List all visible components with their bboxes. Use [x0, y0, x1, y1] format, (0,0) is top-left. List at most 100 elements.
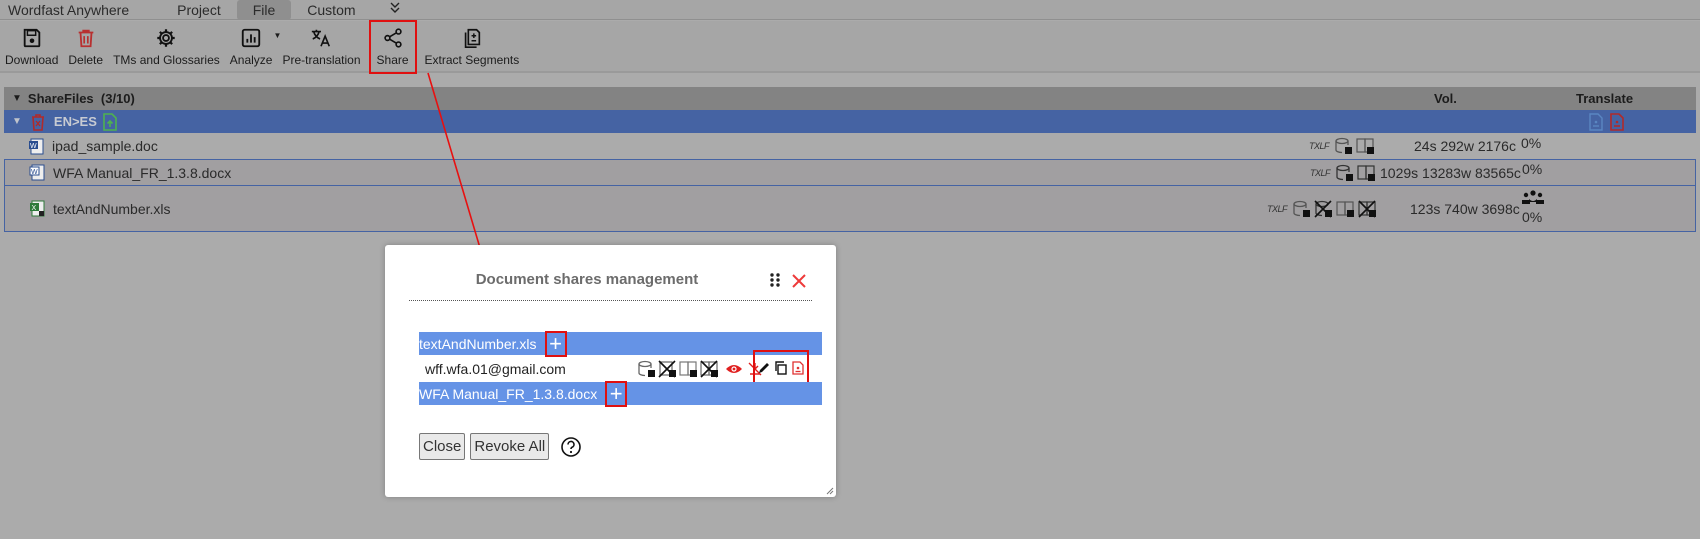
tm-disabled-icon — [1314, 199, 1333, 218]
file-name[interactable]: WFA Manual_FR_1.3.8.docx — [53, 165, 231, 181]
grid-header: ▼ ShareFiles (3/10) Vol. Translate — [4, 87, 1696, 110]
dialog-buttons: Close Revoke All — [419, 433, 582, 460]
file-row[interactable]: W ipad_sample.doc TXLF 24s 292w 2176c 0% — [4, 133, 1696, 160]
share-email: wff.wfa.01@gmail.com — [425, 360, 566, 377]
document-shares-dialog: Document shares management textAndNumber… — [385, 245, 836, 497]
tms-glossaries-button[interactable]: TMs and Glossaries — [108, 21, 225, 73]
share-permission-icons — [637, 359, 763, 378]
extract-icon — [464, 28, 481, 48]
shared-users-icon[interactable] — [1522, 190, 1544, 205]
translate-pdf-icon[interactable] — [1610, 112, 1624, 131]
grid-title: ShareFiles (3/10) — [27, 91, 135, 106]
floppy-disk-icon — [23, 28, 40, 48]
glossary-locked-toggle-icon[interactable] — [679, 360, 699, 378]
share-row: wff.wfa.01@gmail.com — [419, 350, 822, 385]
document-name: WFA Manual_FR_1.3.8.docx — [419, 385, 598, 402]
translate-icon — [312, 29, 331, 47]
tm-locked-icon — [1336, 164, 1354, 181]
file-status-icons: TXLF — [1310, 164, 1377, 182]
word-file-icon: W — [28, 138, 44, 155]
file-name[interactable]: ipad_sample.doc — [52, 138, 158, 154]
title-divider — [409, 300, 812, 301]
file-progress: 0% — [1522, 209, 1543, 225]
file-volume: 1029s 13283w 83565c — [1380, 164, 1521, 181]
menu-file[interactable]: File — [236, 0, 292, 20]
extract-segments-button[interactable]: Extract Segments — [420, 21, 525, 73]
delete-button[interactable]: Delete — [63, 21, 108, 73]
group-caret-icon[interactable]: ▼ — [12, 116, 22, 127]
trash-icon — [78, 29, 94, 48]
menu-bar: Wordfast Anywhere Project File Custom — [0, 0, 1700, 20]
double-chevron-down-icon[interactable] — [372, 2, 410, 17]
excel-file-icon: X — [29, 200, 45, 217]
pre-translation-label: Pre-translation — [282, 53, 361, 67]
file-status-icons: TXLF — [1267, 199, 1378, 218]
revoke-share-icon[interactable] — [791, 360, 805, 375]
edit-pencil-icon[interactable] — [757, 361, 771, 375]
share-actions — [753, 350, 809, 385]
document-header: WFA Manual_FR_1.3.8.docx + — [419, 380, 822, 407]
annotation-arrow — [427, 72, 488, 266]
glossary-disabled-toggle-icon[interactable] — [700, 359, 720, 378]
add-share-button[interactable]: + — [544, 330, 567, 357]
delete-group-icon[interactable] — [30, 113, 46, 131]
translate-column-header: Translate — [1576, 91, 1634, 106]
file-status-icons: TXLF — [1309, 137, 1376, 155]
toolbar: Download Delete TMs and Glossaries ▼ Ana… — [0, 20, 1700, 74]
close-icon[interactable] — [791, 273, 807, 289]
delete-label: Delete — [68, 53, 104, 67]
close-button[interactable]: Close — [419, 433, 466, 460]
tm-locked-toggle-icon[interactable] — [637, 360, 657, 378]
tm-locked-icon — [1335, 137, 1353, 154]
pre-translation-button[interactable]: Pre-translation — [277, 21, 365, 73]
svg-text:W: W — [30, 143, 37, 150]
file-row[interactable]: W WFA Manual_FR_1.3.8.docx TXLF 1029s 13… — [4, 160, 1696, 186]
help-icon[interactable] — [560, 436, 582, 458]
add-share-button[interactable]: + — [605, 380, 628, 407]
glossary-locked-icon — [1336, 200, 1355, 217]
share-icon — [383, 28, 402, 48]
file-name[interactable]: textAndNumber.xls — [53, 201, 171, 217]
file-volume: 24s 292w 2176c — [1414, 138, 1516, 154]
translate-doc-icon[interactable] — [1589, 112, 1603, 131]
download-label: Download — [5, 53, 59, 67]
glossary-disabled-icon — [1358, 199, 1377, 218]
dialog-title: Document shares management — [475, 271, 699, 288]
txlf-badge: TXLF — [1267, 203, 1288, 214]
copy-icon[interactable] — [774, 360, 788, 375]
analyze-button[interactable]: ▼ Analyze — [225, 21, 281, 73]
vol-column-header: Vol. — [1434, 91, 1457, 106]
extract-segments-label: Extract Segments — [424, 53, 520, 67]
bar-chart-icon — [241, 28, 261, 48]
file-row[interactable]: X textAndNumber.xls TXLF 123s 740w 3698c… — [4, 186, 1696, 232]
analyze-label: Analyze — [229, 53, 273, 67]
file-progress: 0% — [1522, 161, 1543, 177]
language-group-row[interactable]: ▼ EN>ES — [4, 110, 1696, 133]
collapse-caret-icon[interactable]: ▼ — [12, 93, 22, 104]
resize-handle-icon[interactable] — [826, 487, 834, 495]
svg-text:W: W — [31, 169, 38, 176]
drag-handle-icon[interactable] — [769, 272, 781, 288]
glossary-locked-icon — [1357, 164, 1376, 181]
share-label: Share — [376, 53, 409, 67]
word-file-icon: W — [29, 164, 45, 181]
language-pair-label: EN>ES — [53, 114, 97, 129]
file-progress: 0% — [1521, 135, 1542, 151]
file-volume: 123s 740w 3698c — [1410, 200, 1520, 217]
menu-custom[interactable]: Custom — [291, 0, 371, 20]
tm-disabled-toggle-icon[interactable] — [658, 359, 678, 378]
menu-project[interactable]: Project — [161, 0, 237, 20]
download-button[interactable]: Download — [0, 21, 63, 73]
files-grid: ▼ ShareFiles (3/10) Vol. Translate ▼ EN>… — [4, 87, 1696, 232]
revoke-all-button[interactable]: Revoke All — [470, 433, 550, 460]
tm-locked-icon — [1293, 200, 1311, 217]
eye-icon[interactable] — [725, 362, 743, 376]
txlf-badge: TXLF — [1309, 141, 1330, 151]
tms-glossaries-label: TMs and Glossaries — [113, 53, 220, 67]
document-name: textAndNumber.xls — [419, 335, 537, 352]
upload-file-icon[interactable] — [103, 112, 119, 131]
svg-text:X: X — [32, 205, 37, 212]
menu-wordfast-anywhere[interactable]: Wordfast Anywhere — [0, 0, 161, 20]
share-button[interactable]: Share — [368, 20, 417, 74]
gear-icon — [157, 29, 176, 47]
